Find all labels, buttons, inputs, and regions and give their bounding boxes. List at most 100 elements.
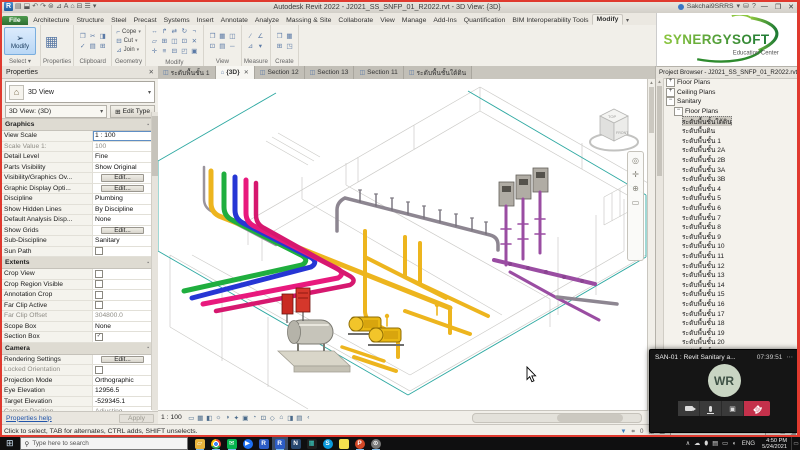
mic-icon[interactable]: ⬮ xyxy=(704,440,708,448)
view-tab[interactable]: ◫ ระดับพื้นชั้นใต้ดิน xyxy=(403,66,473,79)
hang-up-button[interactable]: ☎ xyxy=(744,401,770,416)
expand-icon[interactable]: + xyxy=(666,87,675,97)
shadows-icon[interactable]: ◑ xyxy=(223,414,232,422)
browser-item[interactable]: ระดับพื้นชั้นใต้ดิน xyxy=(664,116,798,126)
ribbon-tab-precast[interactable]: Precast xyxy=(130,16,160,25)
taskbar-revit-active[interactable]: R xyxy=(271,437,288,450)
horizontal-scrollbar[interactable] xyxy=(472,412,642,423)
ribbon-tab-architecture[interactable]: Architecture xyxy=(30,16,73,25)
browser-item[interactable]: ระดับพื้นชั้น 3B xyxy=(664,174,798,184)
browser-item[interactable]: ระดับพื้นชั้น 16 xyxy=(664,299,798,309)
close-icon[interactable]: ✕ xyxy=(149,68,154,76)
view-tab[interactable]: ◫ Section 12 xyxy=(254,66,305,79)
temporary-hide-icon[interactable]: ◇ xyxy=(268,414,277,422)
volume-icon[interactable]: ◖ xyxy=(732,440,736,447)
ribbon-tab-bim-interoperability-tools[interactable]: BIM Interoperability Tools xyxy=(509,16,592,25)
app-store-icon[interactable]: ⛁ xyxy=(743,2,749,11)
properties-section-header[interactable]: Camera ▪ xyxy=(2,342,152,355)
property-value[interactable]: Show Original xyxy=(93,163,152,173)
browser-item[interactable]: ระดับพื้นชั้น 7 xyxy=(664,212,798,222)
property-value[interactable]: By Discipline xyxy=(93,205,152,215)
taskbar-skype[interactable]: S xyxy=(320,437,336,450)
measure-tool-icons[interactable]: ∕ ∠ ⊿ ▾ xyxy=(246,32,265,51)
view-tab[interactable]: ◫ ระดับพื้นชั้น 1 xyxy=(158,66,216,79)
join-button[interactable]: ⊿ Join ▾ xyxy=(116,46,141,54)
checkbox[interactable] xyxy=(95,280,103,289)
view-scale-control[interactable]: 1 : 100 xyxy=(161,414,185,421)
camera-button[interactable] xyxy=(678,401,700,416)
purple-pipe-assembly[interactable] xyxy=(492,167,619,322)
notification-center[interactable]: ▭ xyxy=(791,437,800,450)
modify-tool-icons[interactable]: ↔ ↱ ⇄ ↻ ¬ ▱ ⊞ ◫ ⊡ ✕ ✛ ≡ ⊟ ◰ ▣ xyxy=(150,27,199,56)
browser-item[interactable]: ระดับพื้นชั้น 1 xyxy=(664,136,798,146)
properties-palette-icon[interactable]: ▦ xyxy=(45,30,58,52)
checkbox[interactable] xyxy=(95,269,103,278)
browser-item[interactable]: + Floor Plans xyxy=(664,78,798,88)
properties-section-header[interactable]: Extents ▪ xyxy=(2,257,152,269)
taskbar-dark-app[interactable]: ▦ xyxy=(304,437,320,450)
edit-button[interactable]: Edit... xyxy=(101,226,144,234)
browser-item[interactable]: + Ceiling Plans xyxy=(664,87,798,98)
ribbon-tab-file[interactable]: File xyxy=(2,16,28,25)
type-selector[interactable]: ⌂ 3D View ▾ xyxy=(5,81,155,103)
property-value[interactable]: Plumbing xyxy=(93,194,152,204)
view-tab[interactable]: ◫ Section 13 xyxy=(304,66,355,79)
edit-button[interactable]: Edit... xyxy=(101,174,144,182)
view-cube[interactable]: TOP FRONT xyxy=(589,108,639,152)
video-call-overlay[interactable]: SAN-01 : Revit Sanitary a... 07:39:51 ⋯ … xyxy=(649,349,799,433)
properties-scrollbar[interactable] xyxy=(151,112,158,410)
lock-view-icon[interactable]: ⊡ xyxy=(259,414,268,422)
customize-icon[interactable]: ▾ xyxy=(93,2,97,11)
browser-item[interactable]: ระดับพื้นชั้น 4 xyxy=(664,184,798,194)
browser-item[interactable]: ระดับพื้นชั้น 19 xyxy=(664,327,798,337)
create-tool-icons[interactable]: ❐ ▦ ⊞ ◳ xyxy=(275,32,294,51)
property-value[interactable]: 1 : 100 xyxy=(93,131,152,141)
ribbon-tab-annotate[interactable]: Annotate xyxy=(217,16,251,25)
close-tab-icon[interactable]: ✕ xyxy=(244,69,249,76)
browser-item[interactable]: ระดับพื้นชั้น 2B xyxy=(664,155,798,165)
taskbar-settings-circle[interactable]: ⊙ xyxy=(368,437,384,450)
browser-item[interactable]: ระดับพื้นชั้น 11 xyxy=(664,251,798,261)
rendering-icon[interactable]: ✦ xyxy=(232,414,241,422)
revit-logo[interactable]: R xyxy=(4,2,13,11)
open-icon[interactable]: ▤ xyxy=(15,2,22,11)
browser-item[interactable]: ระดับพื้นชั้น 9 xyxy=(664,232,798,242)
checkbox[interactable]: ✓ xyxy=(95,332,103,341)
chevron-down-icon[interactable]: ▾ xyxy=(737,2,741,11)
browser-item[interactable]: ระดับพื้นชั้น 2A xyxy=(664,145,798,155)
modify-tool-button[interactable]: ➢ Modify xyxy=(4,27,36,55)
quick-access-toolbar[interactable]: R ▤ ⬓ ↶ ↷ ⊜ ⊿ A ⌂ ⊟ ☰ ▾ xyxy=(4,2,96,11)
analytical-icon[interactable]: ◨ xyxy=(286,414,295,422)
checkbox[interactable] xyxy=(95,247,103,256)
undo-icon[interactable]: ↶ xyxy=(32,2,38,11)
browser-item[interactable]: ระดับพื้นชั้น 10 xyxy=(664,241,798,251)
checkbox[interactable] xyxy=(95,301,103,310)
expand-icon[interactable]: + xyxy=(666,78,675,88)
ribbon-tab-modify[interactable]: Modify xyxy=(592,14,623,25)
expand-icon[interactable]: ‹ xyxy=(304,414,313,422)
thin-lines-icon[interactable]: ☰ xyxy=(85,2,91,11)
clipboard-icons[interactable]: ❐ ✂ ◨ ✓ ▤ ⊞ xyxy=(78,32,107,51)
cope-button[interactable]: ⌐ Cope ▾ xyxy=(116,29,141,36)
save-icon[interactable]: ⬓ xyxy=(24,2,31,11)
browser-item[interactable]: ระดับพื้นชั้น 3A xyxy=(664,164,798,174)
print-icon[interactable]: ⊜ xyxy=(48,2,54,11)
browser-item[interactable]: ระดับพื้นชั้น 20 xyxy=(664,337,798,347)
taskbar-search[interactable]: ⚲ Type here to search xyxy=(19,437,188,450)
system-tray[interactable]: ∧ ☁ ⬮ ▤ ▭ ◖ xyxy=(683,440,739,448)
edit-type-button[interactable]: ⊞ Edit Type xyxy=(110,105,155,118)
default-3d-view-icon[interactable]: ⌂ xyxy=(70,2,74,11)
ribbon-tab-view[interactable]: View xyxy=(377,16,399,25)
taskbar-powerpoint[interactable]: P xyxy=(352,437,368,450)
redo-icon[interactable]: ↷ xyxy=(40,2,46,11)
restore-button[interactable]: ❐ xyxy=(773,3,783,11)
scale-icon[interactable]: ▭ xyxy=(187,414,196,422)
properties-section-header[interactable]: Graphics ▪ xyxy=(2,119,152,131)
taskbar-file-explorer[interactable]: ▱ xyxy=(192,437,208,450)
property-value[interactable]: 304800.0 xyxy=(93,311,152,321)
ribbon-tab-manage[interactable]: Manage xyxy=(398,16,430,25)
property-value[interactable]: 12956.5 xyxy=(93,386,152,396)
view-tab[interactable]: ◫ Section 11 xyxy=(354,66,404,79)
ribbon-tab-add-ins[interactable]: Add-Ins xyxy=(430,16,460,25)
edit-button[interactable]: Edit... xyxy=(101,355,144,363)
